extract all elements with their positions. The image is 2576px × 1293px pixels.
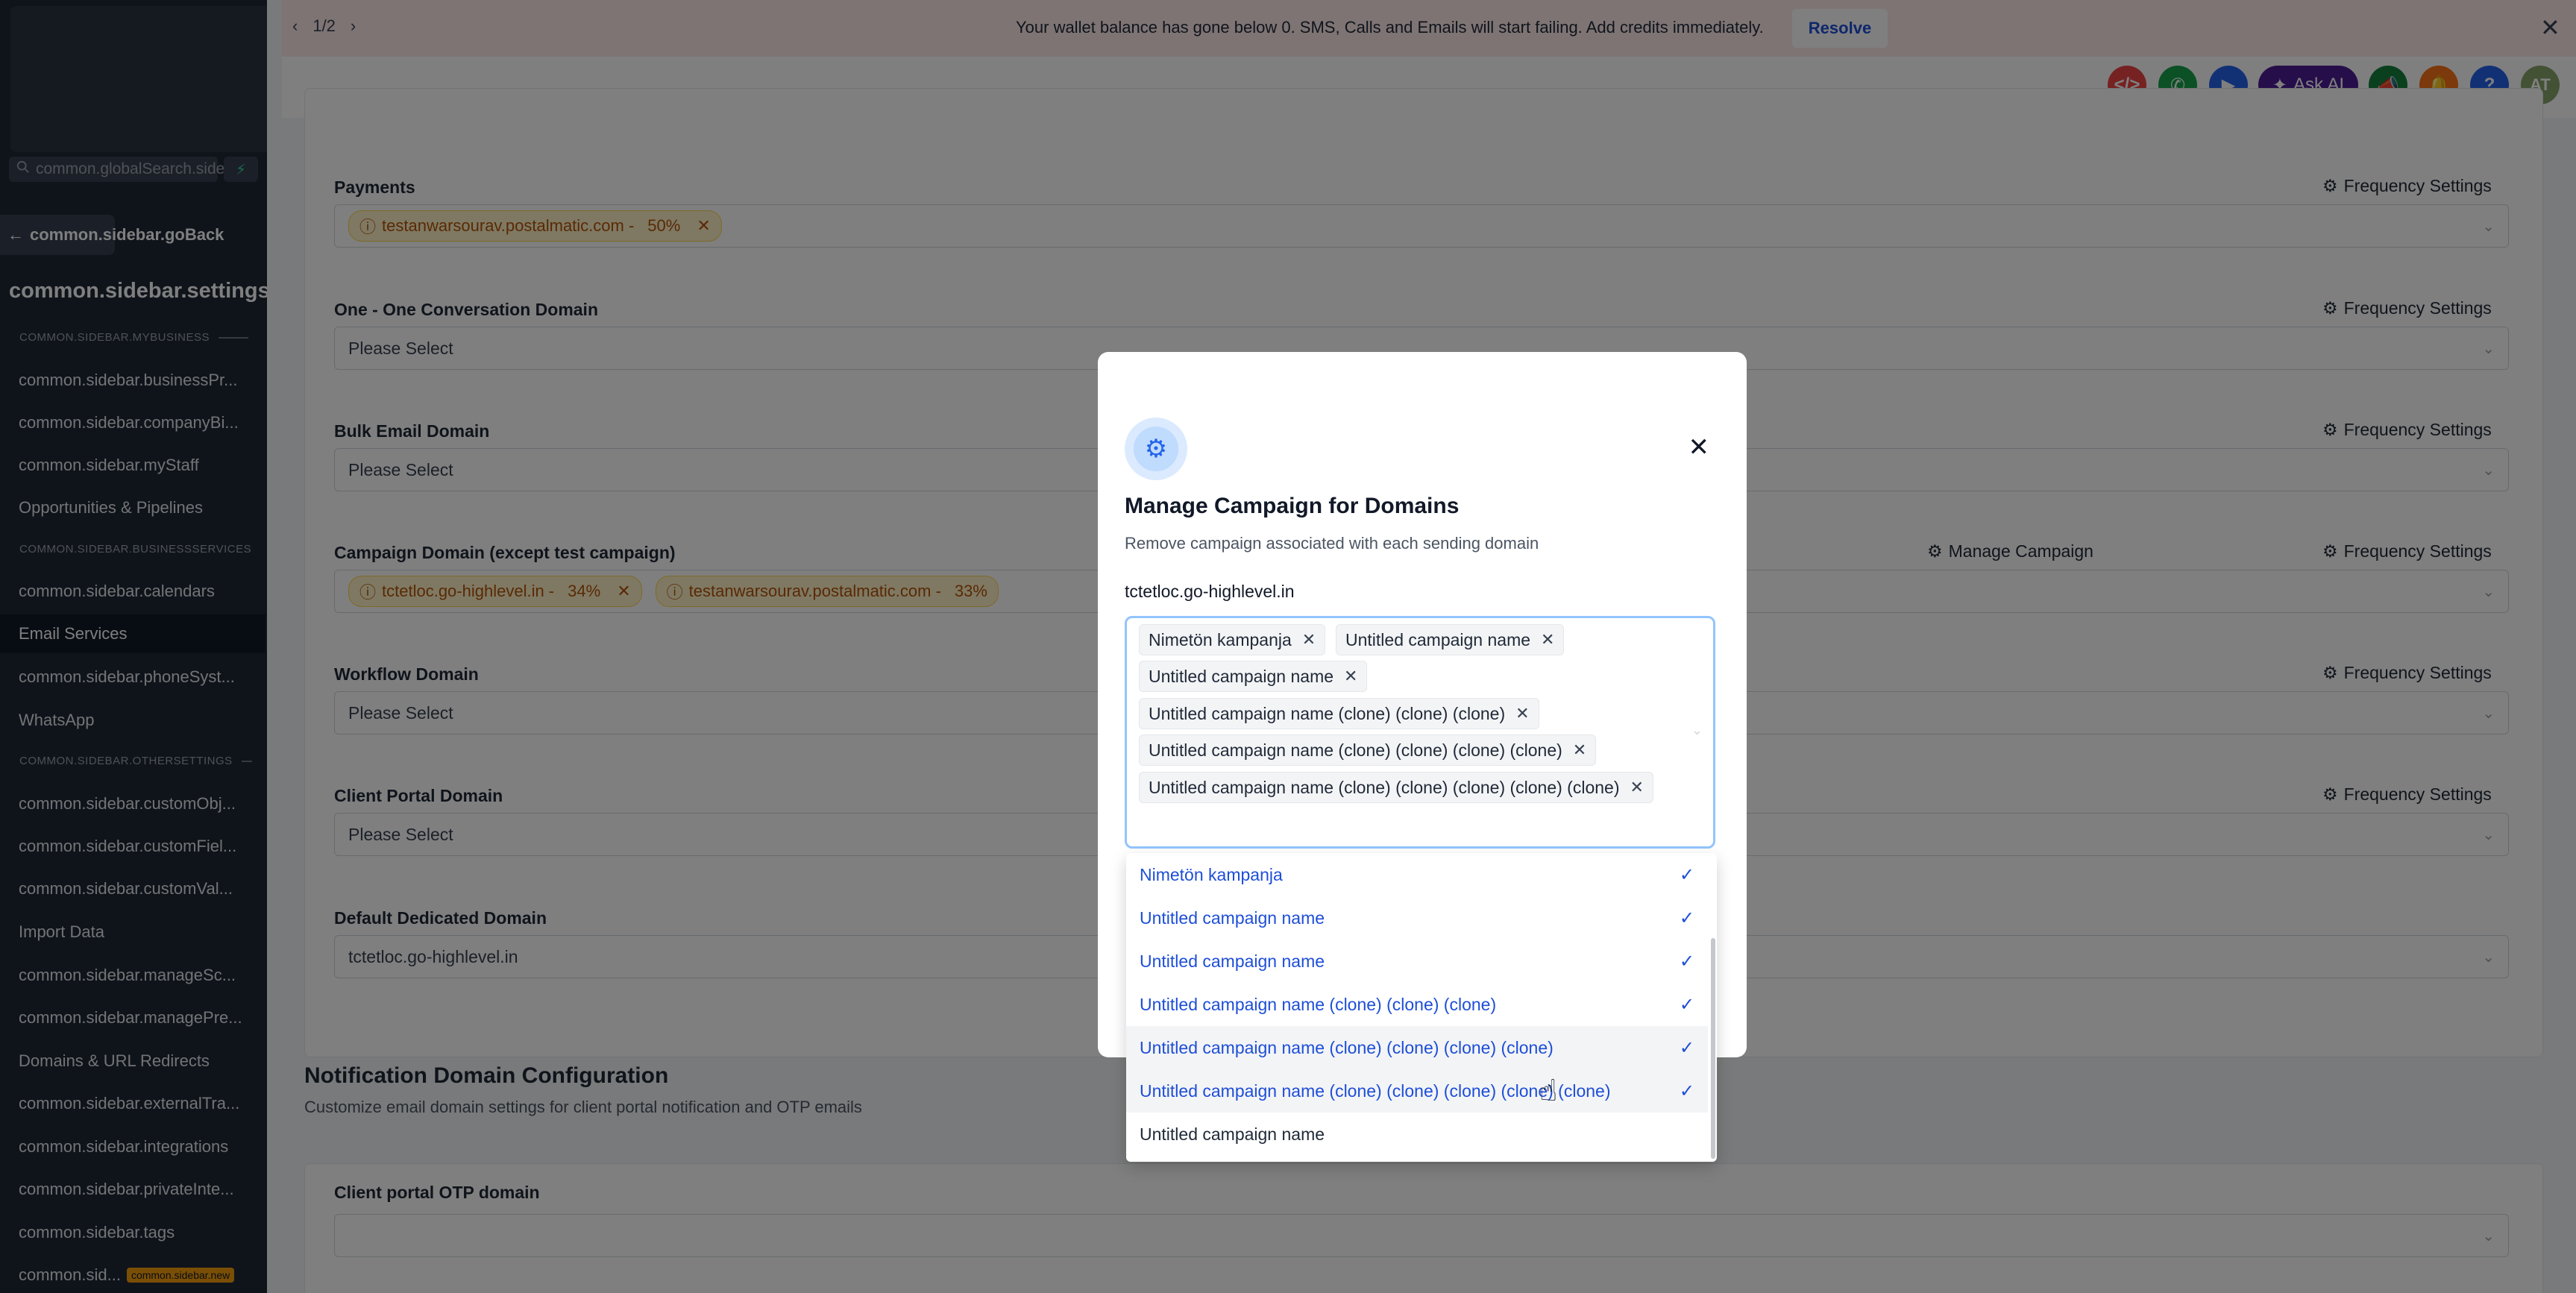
close-icon[interactable]: ✕ [1630, 778, 1644, 797]
option-item[interactable]: Untitled campaign name ✓ [1126, 896, 1708, 940]
check-icon: ✓ [1679, 907, 1694, 928]
close-icon[interactable]: ✕ [1344, 667, 1357, 686]
check-icon: ✓ [1679, 951, 1694, 972]
close-icon[interactable]: ✕ [1302, 630, 1316, 649]
check-icon: ✓ [1679, 1080, 1694, 1101]
close-icon[interactable]: ✕ [1688, 432, 1710, 462]
campaign-options-dropdown: Nimetön kampanja ✓ Untitled campaign name… [1126, 853, 1717, 1162]
gear-icon: ⚙ [1134, 427, 1178, 471]
chevron-down-icon: ⌄ [1691, 723, 1703, 737]
modal-subtitle: Remove campaign associated with each sen… [1125, 534, 1539, 553]
check-icon: ✓ [1679, 864, 1694, 885]
dropdown-scrollbar[interactable] [1711, 938, 1715, 1159]
close-icon[interactable]: ✕ [1515, 704, 1529, 723]
check-icon: ✓ [1679, 994, 1694, 1015]
domain-label: tctetloc.go-highlevel.in [1125, 582, 1295, 601]
option-item[interactable]: Untitled campaign name ✓ [1126, 940, 1708, 983]
campaign-tag: Untitled campaign name (clone) (clone) (… [1139, 734, 1597, 766]
campaign-tag: Untitled campaign name (clone) (clone) (… [1139, 698, 1539, 729]
modal-title: Manage Campaign for Domains [1125, 494, 1460, 518]
option-item[interactable]: Nimetön kampanja ✓ [1126, 853, 1708, 896]
option-item[interactable]: Untitled campaign name [1126, 1113, 1708, 1156]
option-item[interactable]: Untitled campaign name (clone) (clone) (… [1126, 1069, 1708, 1113]
option-item[interactable]: Untitled campaign name (clone) (clone) (… [1126, 1026, 1708, 1069]
close-icon[interactable]: ✕ [1573, 740, 1586, 760]
option-item[interactable]: Untitled campaign name (clone) (clone) (… [1126, 983, 1708, 1026]
close-icon[interactable]: ✕ [1541, 630, 1554, 649]
check-icon: ✓ [1679, 1037, 1694, 1058]
campaign-tag: Untitled campaign name (clone) (clone) (… [1139, 772, 1653, 803]
campaign-tag: Untitled campaign name ✕ [1336, 624, 1565, 655]
modal-icon-wrapper: ⚙ [1125, 418, 1187, 480]
hand-cursor-icon: ☝ [1539, 1075, 1558, 1107]
campaign-tag: Nimetön kampanja ✕ [1139, 624, 1326, 655]
campaign-multiselect[interactable]: Nimetön kampanja ✕ Untitled campaign name… [1125, 616, 1715, 849]
campaign-tag: Untitled campaign name ✕ [1139, 661, 1368, 692]
